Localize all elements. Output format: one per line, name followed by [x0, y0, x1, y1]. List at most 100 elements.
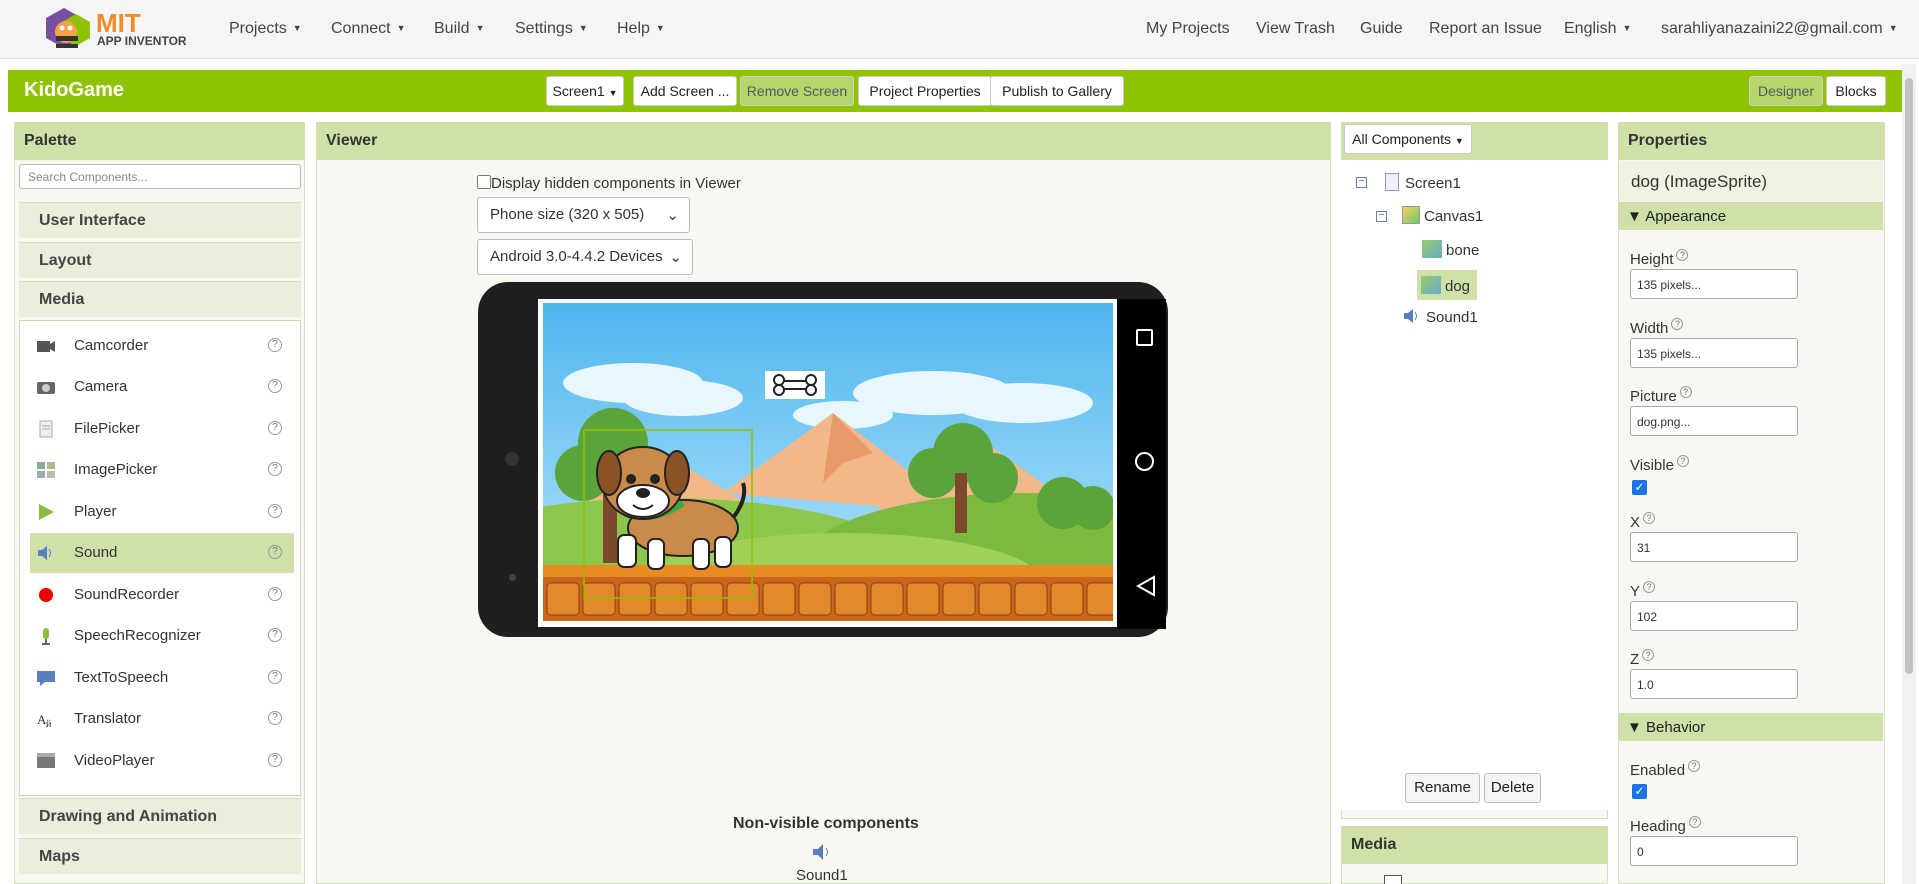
report-issue-link[interactable]: Report an Issue — [1429, 20, 1542, 38]
x-input[interactable]: 31 — [1630, 532, 1798, 562]
caret-down-icon: ▼ — [655, 23, 665, 33]
help-icon[interactable]: ? — [268, 753, 282, 767]
top-navigation-bar: MIT APP INVENTOR Projects ▼ Connect ▼ Buil… — [0, 0, 1919, 59]
help-icon[interactable]: ? — [1688, 760, 1701, 772]
my-projects-link[interactable]: My Projects — [1146, 20, 1230, 38]
help-icon[interactable]: ? — [268, 545, 282, 559]
square-nav-icon[interactable] — [1136, 329, 1153, 346]
tree-node-dog[interactable]: dog — [1417, 270, 1477, 300]
back-nav-icon[interactable] — [1136, 575, 1156, 597]
circle-nav-icon[interactable] — [1135, 452, 1154, 471]
picture-input[interactable]: dog.png... — [1630, 406, 1798, 436]
language-menu[interactable]: English ▼ — [1564, 20, 1631, 38]
help-icon[interactable]: ? — [1676, 455, 1689, 467]
palette-item-camera[interactable]: Camera ? — [30, 367, 294, 407]
help-icon[interactable]: ? — [1679, 386, 1692, 398]
guide-link[interactable]: Guide — [1360, 20, 1403, 38]
palette-item-speechrecognizer[interactable]: SpeechRecognizer ? — [30, 616, 294, 656]
picture-label: Picture? — [1630, 386, 1692, 405]
canvas1-game-scene[interactable] — [543, 303, 1113, 621]
help-icon[interactable]: ? — [1643, 512, 1656, 524]
heading-input[interactable]: 0 — [1630, 836, 1798, 866]
publish-gallery-button[interactable]: Publish to Gallery — [990, 76, 1124, 106]
help-icon[interactable]: ? — [1676, 249, 1689, 261]
remove-screen-button[interactable]: Remove Screen — [740, 76, 854, 106]
rename-button[interactable]: Rename — [1405, 773, 1480, 803]
tree-node-label: Canvas1 — [1424, 208, 1484, 225]
appearance-section[interactable]: ▼ Appearance — [1619, 202, 1883, 230]
height-label: Height? — [1630, 249, 1689, 268]
help-icon[interactable]: ? — [268, 379, 282, 393]
account-menu[interactable]: sarahliyanazaini22@gmail.com ▼ — [1661, 20, 1898, 38]
help-icon[interactable]: ? — [268, 338, 282, 352]
help-icon[interactable]: ? — [268, 587, 282, 601]
category-media[interactable]: Media — [19, 281, 301, 317]
palette-item-texttospeech[interactable]: TextToSpeech ? — [30, 658, 294, 698]
width-label-text: Width — [1630, 320, 1669, 337]
page-scrollbar[interactable] — [1902, 64, 1916, 884]
device-select[interactable]: Android 3.0-4.4.2 Devices ⌄ — [477, 239, 693, 275]
svg-text:й: й — [46, 719, 52, 728]
category-user-interface[interactable]: User Interface — [19, 202, 301, 238]
tree-node-screen1[interactable]: Screen1 — [1385, 173, 1461, 192]
z-label-text: Z — [1630, 651, 1640, 668]
help-icon[interactable]: ? — [268, 462, 282, 476]
help-icon[interactable]: ? — [268, 711, 282, 725]
palette-item-videoplayer[interactable]: VideoPlayer ? — [30, 741, 294, 781]
palette-item-filepicker[interactable]: FilePicker ? — [30, 409, 294, 449]
menu-settings[interactable]: Settings ▼ — [515, 20, 588, 38]
help-icon[interactable]: ? — [268, 628, 282, 642]
category-drawing-animation[interactable]: Drawing and Animation — [19, 798, 301, 834]
category-layout[interactable]: Layout — [19, 242, 301, 278]
collapse-toggle-icon[interactable]: − — [1356, 177, 1367, 188]
app-inventor-logo[interactable]: MIT APP INVENTOR — [34, 4, 194, 56]
visible-checkbox[interactable]: ✓ — [1632, 480, 1647, 495]
menu-help[interactable]: Help ▼ — [617, 20, 665, 38]
hidden-components-toggle[interactable]: Display hidden components in Viewer — [477, 175, 741, 192]
z-input[interactable]: 1.0 — [1630, 669, 1798, 699]
palette-item-label: VideoPlayer — [74, 752, 155, 769]
view-trash-link[interactable]: View Trash — [1256, 20, 1335, 38]
palette-item-imagepicker[interactable]: ImagePicker ? — [30, 450, 294, 490]
delete-button[interactable]: Delete — [1484, 773, 1541, 803]
palette-item-camcorder[interactable]: Camcorder ? — [30, 326, 294, 366]
enabled-checkbox[interactable]: ✓ — [1632, 784, 1647, 799]
project-properties-button[interactable]: Project Properties — [858, 76, 992, 106]
menu-projects[interactable]: Projects ▼ — [229, 20, 302, 38]
tree-node-sound1[interactable]: Sound1 — [1402, 307, 1478, 326]
all-components-select[interactable]: All Components ▼ — [1344, 124, 1472, 154]
palette-item-soundrecorder[interactable]: SoundRecorder ? — [30, 575, 294, 615]
tree-node-bone[interactable]: bone — [1422, 240, 1479, 259]
category-maps[interactable]: Maps — [19, 838, 301, 874]
palette-item-player[interactable]: Player ? — [30, 492, 294, 532]
blocks-button[interactable]: Blocks — [1826, 76, 1886, 106]
designer-button[interactable]: Designer — [1749, 76, 1823, 106]
nonvisible-sound1[interactable]: Sound1 — [796, 867, 848, 884]
logo-subtitle: APP INVENTOR — [97, 34, 187, 48]
help-icon[interactable]: ? — [1688, 816, 1701, 828]
width-input[interactable]: 135 pixels... — [1630, 338, 1798, 368]
menu-build[interactable]: Build ▼ — [434, 20, 485, 38]
scrollbar-thumb[interactable] — [1905, 78, 1913, 674]
phone-size-select[interactable]: Phone size (320 x 505) ⌄ — [477, 197, 690, 233]
tree-node-canvas1[interactable]: Canvas1 — [1402, 206, 1483, 225]
screen-select-button[interactable]: Screen1 ▼ — [546, 76, 624, 106]
component-search-input[interactable]: Search Components... — [19, 164, 301, 189]
help-icon[interactable]: ? — [268, 504, 282, 518]
collapse-toggle-icon[interactable]: − — [1376, 211, 1387, 222]
add-screen-button[interactable]: Add Screen ... — [633, 76, 737, 106]
height-input[interactable]: 135 pixels... — [1630, 269, 1798, 299]
help-icon[interactable]: ? — [1671, 318, 1684, 330]
y-input[interactable]: 102 — [1630, 601, 1798, 631]
menu-connect[interactable]: Connect ▼ — [331, 20, 406, 38]
help-icon[interactable]: ? — [1642, 649, 1655, 661]
help-icon[interactable]: ? — [1643, 581, 1656, 593]
bone-sprite[interactable] — [765, 371, 825, 399]
checkbox[interactable] — [477, 175, 491, 189]
help-icon[interactable]: ? — [268, 670, 282, 684]
behavior-section[interactable]: ▼ Behavior — [1619, 713, 1883, 741]
palette-item-sound[interactable]: Sound ? — [30, 533, 294, 573]
palette-item-translator[interactable]: Aй Translator ? — [30, 699, 294, 739]
width-label: Width? — [1630, 318, 1684, 337]
help-icon[interactable]: ? — [268, 421, 282, 435]
